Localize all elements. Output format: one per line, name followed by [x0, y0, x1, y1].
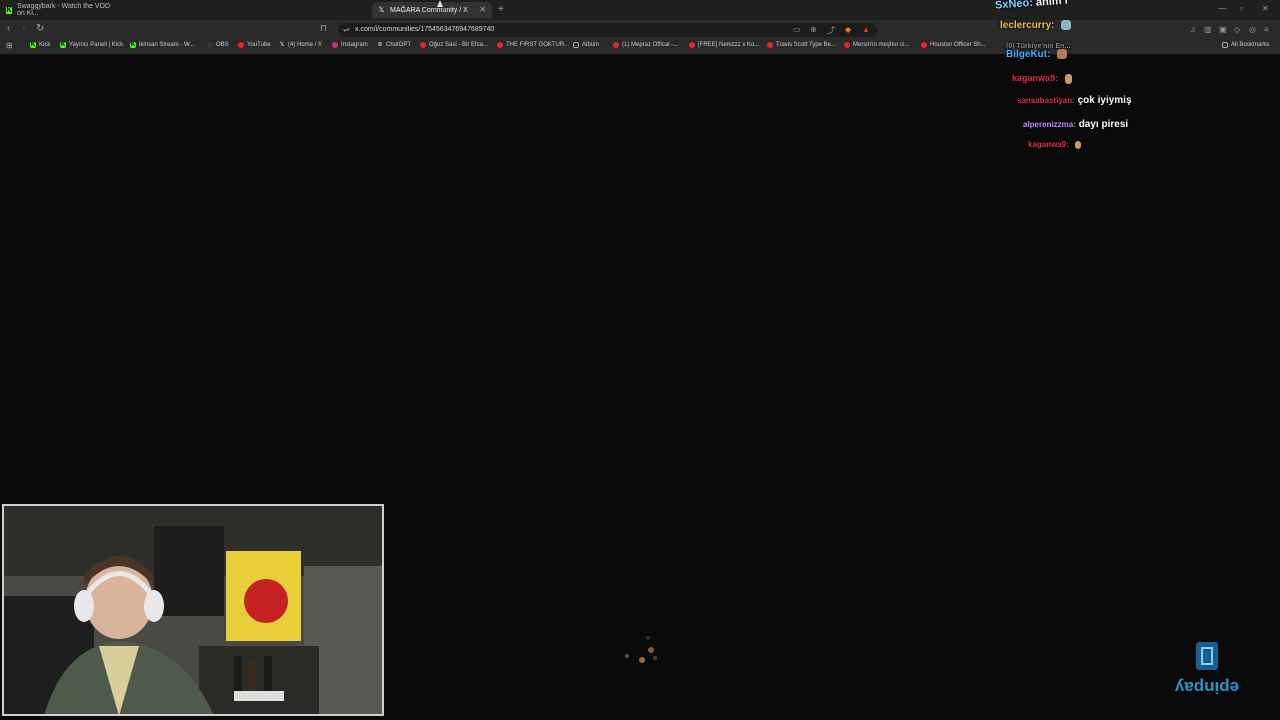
tab-title: Swaggybark - Watch the VOD on Ki...: [16, 3, 111, 17]
bookmark-youtube[interactable]: YouTube: [238, 42, 271, 48]
bookmark-mepraz[interactable]: (1) Mepraz Offical -...: [613, 42, 678, 48]
emote-icon: [1064, 73, 1072, 84]
youtube-icon: [420, 42, 426, 48]
instagram-icon: [332, 42, 338, 48]
brave-rewards-icon[interactable]: ▲: [862, 25, 870, 34]
share-icon[interactable]: ⤴: [827, 25, 835, 36]
chat-text: dayı piresi: [1078, 119, 1129, 130]
bookmark-ikinsan-stream[interactable]: Kikinsan Stream - W...: [130, 42, 194, 48]
bookmark-first-gokturk[interactable]: THE FIRST GOKTUR...: [497, 42, 569, 48]
kick-icon: K: [130, 42, 136, 48]
youtube-icon: [921, 42, 927, 48]
epinpay-logo: epinpay: [1174, 642, 1239, 697]
bookmark-mersin[interactable]: Mersin'in meşhur ci...: [844, 42, 910, 48]
new-tab-button[interactable]: +: [498, 4, 504, 15]
chat-username: SxNeo:: [994, 0, 1034, 12]
chat-message: kaganwa9:: [1012, 73, 1072, 84]
bookmark-album[interactable]: Albüm: [573, 42, 599, 48]
chat-username: kaganwa9:: [1028, 140, 1069, 149]
chatgpt-icon: ⊛: [377, 42, 383, 48]
back-icon[interactable]: ‹: [7, 23, 10, 34]
site-info-icon[interactable]: ⇌: [343, 25, 350, 34]
loading-graphic: [625, 636, 657, 663]
youtube-icon: [844, 42, 850, 48]
zoom-icon[interactable]: ⊕: [810, 25, 817, 34]
bookmark-travis-scott[interactable]: Travis Scott Type Be...: [767, 42, 836, 48]
tab-magara-community[interactable]: 𝕏 MAĞARA Community / X ✕: [372, 2, 492, 18]
emote-icon: [1061, 20, 1072, 31]
bookmark-icon[interactable]: ⊓: [320, 23, 327, 34]
kick-icon: K: [6, 6, 12, 14]
close-tab-icon[interactable]: ✕: [479, 5, 486, 14]
bookmark-yayinci-paneli[interactable]: K Yayıncı Paneli | Kick: [60, 42, 123, 48]
x-icon: 𝕏: [279, 42, 285, 48]
chat-username: kaganwa9:: [1012, 73, 1059, 83]
chat-message: alperenizzma: dayı piresi: [1023, 119, 1128, 130]
chat-message: sansabastiyan: çok iyiymiş: [1017, 95, 1132, 106]
bookmark-kick[interactable]: K Kick: [30, 42, 50, 48]
chat-username: sansabastiyan:: [1017, 96, 1075, 105]
brave-shield-icon[interactable]: ◆: [845, 25, 851, 34]
chat-message: kaganwa9:: [1028, 140, 1082, 149]
chat-username: leclercurry:: [1000, 20, 1055, 31]
chat-message: SxNeo: anim r: [995, 0, 1070, 12]
bookmark-x-home[interactable]: 𝕏 (4) Home / X: [279, 42, 322, 48]
chat-overlay: SxNeo: anim r leclercurry: (0) Türkiye'n…: [990, 0, 1280, 160]
emote-icon: [1057, 49, 1068, 60]
youtube-icon: [767, 42, 773, 48]
youtube-icon: [689, 42, 695, 48]
youtube-icon: [613, 42, 619, 48]
obs-icon: [207, 42, 213, 48]
folder-icon: [573, 42, 579, 48]
reload-icon[interactable]: ↻: [36, 23, 44, 34]
bookmark-nemzzz[interactable]: [FREE] Nemzzz x Ko...: [689, 42, 759, 48]
kick-icon: K: [30, 42, 36, 48]
apps-grid-icon[interactable]: ⊞: [6, 41, 13, 50]
emote-icon: [1075, 140, 1082, 149]
url-text: x.com/i/communities/1754563476947689740: [355, 26, 495, 33]
bookmark-chatgpt[interactable]: ⊛ ChatGPT: [377, 42, 411, 48]
tab-swaggybark[interactable]: K Swaggybark - Watch the VOD on Ki...: [0, 2, 122, 18]
chat-username: alperenizzma:: [1023, 120, 1076, 129]
watermark-text: epinpay: [1174, 678, 1239, 697]
chat-message: BilgeKut:: [1006, 49, 1068, 60]
tab-title: MAĞARA Community / X: [390, 6, 468, 14]
cast-icon[interactable]: ▭: [793, 25, 801, 34]
streamer-webcam-image: [4, 506, 382, 714]
bookmark-obs[interactable]: OBS: [207, 42, 229, 48]
bookmark-oguz-sasi[interactable]: Oğuz Sasi - Bir Efsa...: [420, 42, 488, 48]
chat-username: BilgeKut:: [1006, 49, 1051, 60]
chat-text: çok iyiymiş: [1077, 95, 1132, 106]
webcam-feed: [2, 504, 384, 716]
bookmark-houston[interactable]: Houston Officer Sh...: [921, 42, 986, 48]
youtube-icon: [238, 42, 244, 48]
x-icon: 𝕏: [378, 6, 385, 14]
chat-message: leclercurry:: [1000, 20, 1072, 31]
youtube-icon: [497, 42, 503, 48]
kick-icon: K: [60, 42, 66, 48]
chat-text: anim r: [1035, 0, 1070, 9]
forward-icon[interactable]: ›: [22, 23, 25, 34]
bookmark-instagram[interactable]: Instagram: [332, 42, 368, 48]
mouse-cursor-icon: [437, 0, 443, 7]
